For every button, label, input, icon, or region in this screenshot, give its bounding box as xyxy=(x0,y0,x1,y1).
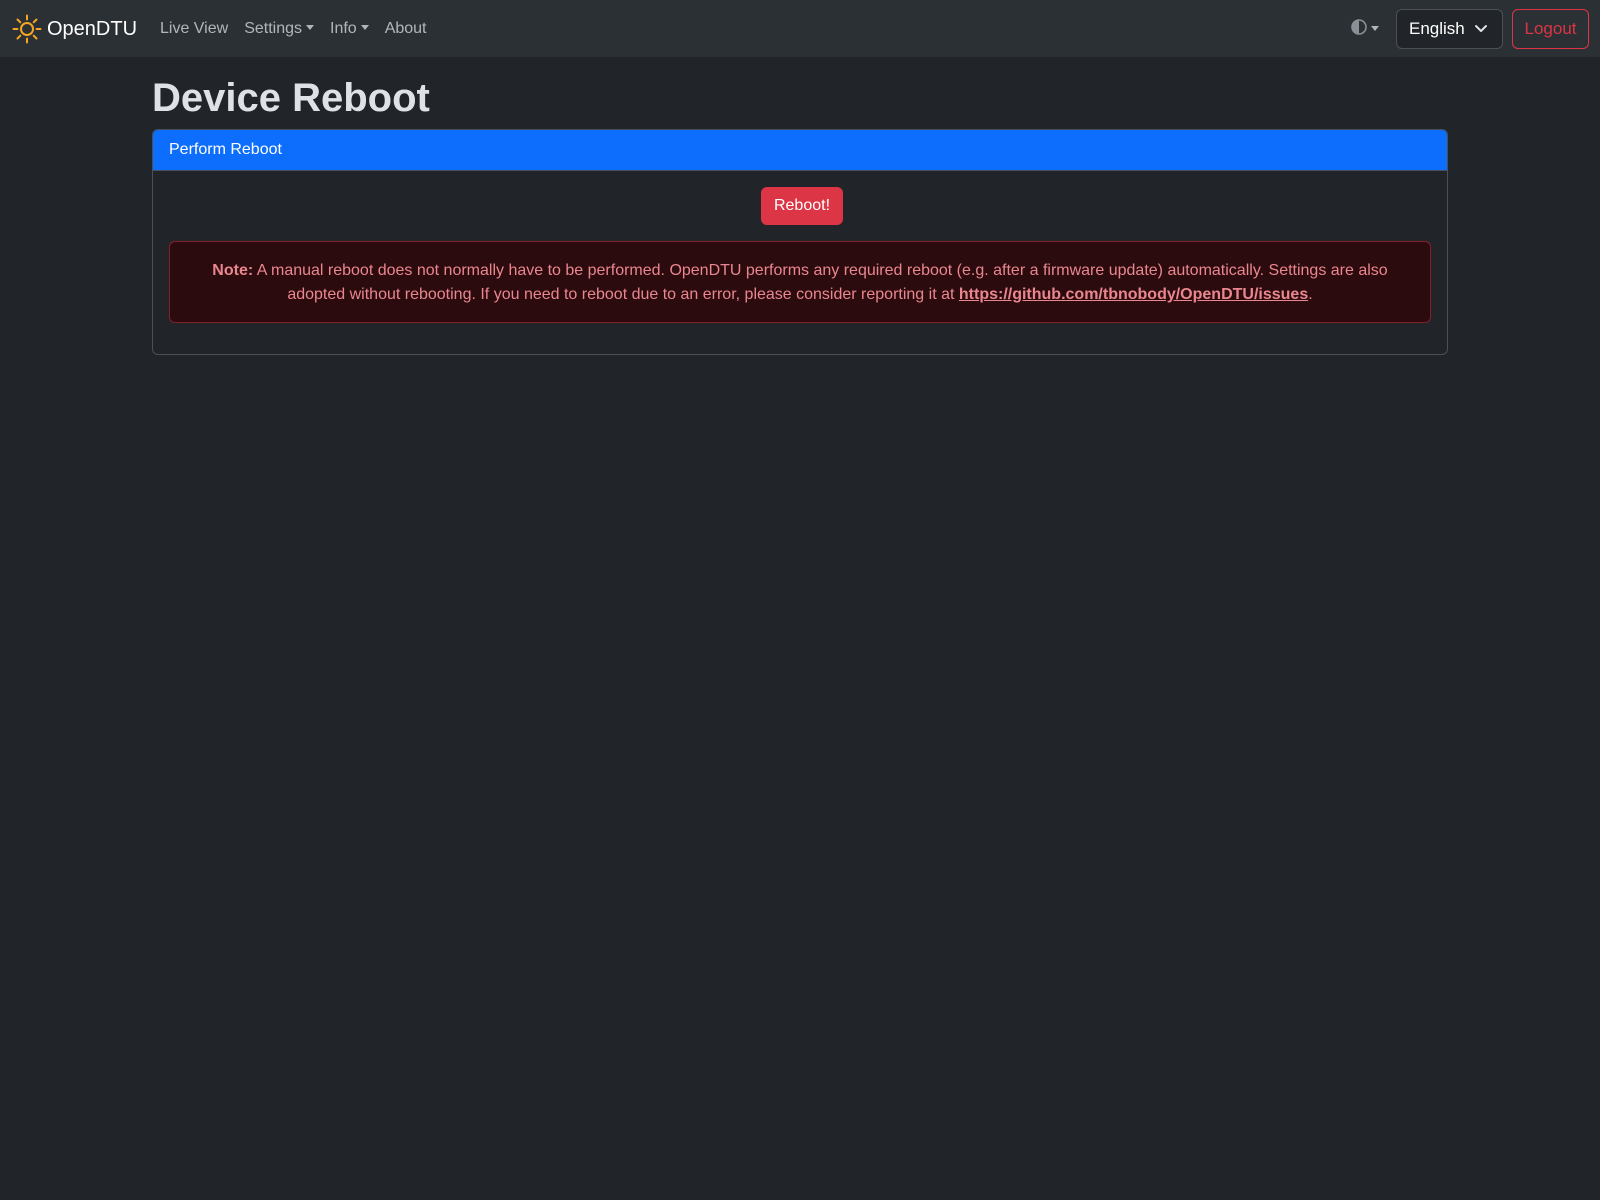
nav-links: Live View Settings Info About xyxy=(152,0,435,57)
brand-name: OpenDTU xyxy=(47,17,138,40)
caret-down-icon xyxy=(1371,25,1379,31)
language-select[interactable]: English xyxy=(1396,9,1503,49)
chevron-down-icon xyxy=(1474,19,1488,39)
language-selected-value: English xyxy=(1409,19,1465,38)
theme-toggle-button[interactable] xyxy=(1350,18,1379,41)
nav-info-dropdown[interactable]: Info xyxy=(322,12,377,46)
reboot-button[interactable]: Reboot! xyxy=(761,187,843,225)
half-circle-icon xyxy=(1350,18,1368,41)
nav-live-view-label: Live View xyxy=(160,19,229,37)
nav-settings-label: Settings xyxy=(244,19,302,37)
perform-reboot-card: Perform Reboot Reboot! Note: A manual re… xyxy=(152,129,1448,355)
note-trailing: . xyxy=(1308,286,1313,303)
nav-settings-dropdown[interactable]: Settings xyxy=(236,12,322,46)
page-title: Device Reboot xyxy=(152,76,430,120)
sun-icon xyxy=(12,14,42,44)
github-issues-link[interactable]: https://github.com/tbnobody/OpenDTU/issu… xyxy=(959,286,1308,303)
card-body: Reboot! Note: A manual reboot does not n… xyxy=(153,171,1447,354)
nav-live-view[interactable]: Live View xyxy=(152,12,236,46)
top-navbar: OpenDTU Live View Settings Info About En… xyxy=(0,0,1600,57)
caret-down-icon xyxy=(360,25,369,30)
logout-button[interactable]: Logout xyxy=(1512,9,1589,49)
nav-about[interactable]: About xyxy=(377,12,435,46)
brand-link[interactable]: OpenDTU xyxy=(12,14,137,44)
reboot-note-alert: Note: A manual reboot does not normally … xyxy=(169,241,1431,323)
nav-info-label: Info xyxy=(330,19,357,37)
card-header: Perform Reboot xyxy=(153,130,1447,171)
nav-about-label: About xyxy=(384,19,427,37)
caret-down-icon xyxy=(306,25,314,30)
note-label: Note: xyxy=(212,262,254,279)
